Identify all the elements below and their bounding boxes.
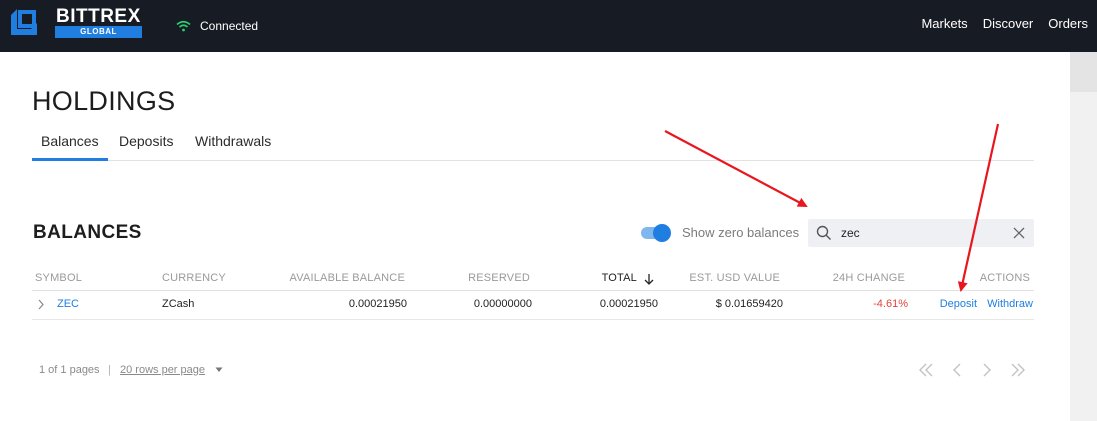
first-page-icon[interactable] [918, 362, 934, 378]
row-est-usd-value: $ 0.01659420 [715, 298, 783, 310]
nav-markets[interactable]: Markets [921, 16, 967, 31]
wifi-icon [176, 20, 191, 32]
rows-per-page-select[interactable]: 20 rows per page [120, 364, 205, 376]
logo-global-badge: GLOBAL [55, 26, 142, 38]
annotation-arrows [664, 123, 1000, 292]
nav-orders[interactable]: Orders [1048, 16, 1088, 31]
col-total[interactable]: TOTAL [602, 272, 637, 284]
connection-status-label: Connected [200, 19, 259, 33]
col-est-usd-value[interactable]: EST. USD VALUE [689, 272, 780, 284]
page-scrollbar-thumb[interactable] [1070, 52, 1097, 92]
sort-descending-icon[interactable] [644, 273, 654, 285]
table-row: ZEC ZCash 0.00021950 0.00000000 0.000219… [32, 291, 1034, 320]
bittrex-logo-icon [11, 9, 37, 35]
search-icon [816, 225, 831, 240]
deposit-button[interactable]: Deposit [940, 298, 977, 310]
balance-search [808, 219, 1034, 247]
balances-heading: BALANCES [33, 222, 142, 243]
next-page-icon[interactable] [979, 362, 995, 378]
col-actions: ACTIONS [979, 272, 1030, 284]
row-currency: ZCash [162, 298, 195, 310]
tab-balances[interactable]: Balances [32, 130, 108, 161]
page-scrollbar[interactable] [1070, 52, 1097, 421]
row-available-balance: 0.00021950 [348, 298, 407, 310]
col-24h-change[interactable]: 24H CHANGE [833, 272, 905, 284]
main-nav: Markets Discover Orders [921, 16, 1088, 31]
bittrex-logo[interactable]: BITTREX GLOBAL [9, 6, 142, 38]
caret-down-icon[interactable] [215, 367, 223, 373]
search-input[interactable] [841, 223, 1001, 243]
row-24h-change: -4.61% [873, 298, 908, 310]
nav-discover[interactable]: Discover [983, 16, 1034, 31]
row-symbol[interactable]: ZEC [57, 298, 79, 310]
row-reserved: 0.00000000 [473, 298, 532, 310]
pagination-info: 1 of 1 pages [39, 364, 100, 376]
row-total: 0.00021950 [599, 298, 658, 310]
balances-table-header: SYMBOL CURRENCY AVAILABLE BALANCE RESERV… [32, 268, 1034, 291]
page-title: HOLDINGS [32, 86, 176, 116]
tab-deposits[interactable]: Deposits [110, 130, 182, 161]
last-page-icon[interactable] [1010, 362, 1026, 378]
col-reserved[interactable]: RESERVED [468, 272, 530, 284]
withdraw-button[interactable]: Withdraw [987, 298, 1033, 310]
show-zero-balances-toggle[interactable] [641, 224, 671, 242]
previous-page-icon[interactable] [949, 362, 965, 378]
pagination-separator: | [108, 364, 111, 376]
show-zero-balances-label: Show zero balances [682, 225, 800, 240]
col-currency[interactable]: CURRENCY [162, 272, 226, 284]
col-symbol[interactable]: SYMBOL [35, 272, 82, 284]
tab-withdrawals[interactable]: Withdrawals [186, 130, 280, 161]
top-nav-bar: BITTREX GLOBAL Connected Markets Discove… [0, 0, 1097, 52]
connection-status: Connected [176, 18, 258, 34]
toggle-knob [653, 224, 671, 242]
holdings-tabs: Balances Deposits Withdrawals [32, 130, 1034, 161]
logo-wordmark: BITTREX [56, 6, 141, 27]
col-available-balance[interactable]: AVAILABLE BALANCE [290, 272, 406, 284]
clear-search-icon[interactable] [1013, 227, 1025, 239]
expand-row-chevron-icon[interactable] [37, 299, 45, 310]
